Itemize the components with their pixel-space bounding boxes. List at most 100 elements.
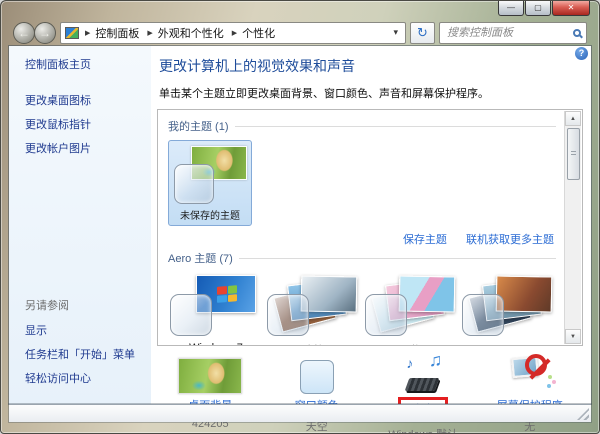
window-color-button[interactable] (264, 352, 371, 394)
maximize-button[interactable]: ▢ (525, 1, 551, 16)
sidebar-item-change-desktop-icons[interactable]: 更改桌面图标 (25, 92, 145, 108)
theme-tile-landscapes[interactable]: 风景 (460, 272, 556, 346)
section-divider (239, 258, 556, 259)
sidebar-item-display[interactable]: 显示 (25, 322, 135, 338)
theme-art (363, 272, 459, 340)
sidebar-item-change-account-picture[interactable]: 更改帐户图片 (25, 140, 145, 156)
scroll-up-button[interactable]: ▲ (565, 111, 581, 126)
sounds-value: Windows 默认 (370, 426, 477, 434)
theme-tile-label: 建筑 (302, 345, 324, 346)
theme-tile-label: 人物 (400, 345, 422, 346)
prohibition-icon (525, 354, 547, 376)
get-more-themes-online-link[interactable]: 联机获取更多主题 (466, 234, 554, 246)
aero-glass-icon (365, 294, 407, 336)
theme-tile-characters[interactable]: 人物 (363, 272, 459, 346)
resize-grip[interactable] (577, 408, 589, 420)
close-icon: ✕ (568, 3, 575, 12)
search-box[interactable] (439, 22, 587, 44)
minimize-icon: — (507, 3, 515, 12)
theme-art (265, 272, 361, 340)
breadcrumb-label: 个性化 (242, 25, 275, 41)
sidebar-item-taskbar-start-menu[interactable]: 任务栏和「开始」菜单 (25, 346, 135, 362)
window-caption-buttons: — ▢ ✕ (497, 1, 590, 16)
theme-tile-windows7[interactable]: Windows 7 (168, 272, 264, 346)
minimize-button[interactable]: — (498, 1, 524, 16)
theme-tile-architecture[interactable]: 建筑 (265, 272, 361, 346)
window-content: 控制面板主页 更改桌面图标 更改鼠标指针 更改帐户图片 另请参阅 显示 任务栏和… (9, 46, 591, 404)
close-button[interactable]: ✕ (552, 1, 590, 16)
screen-saver-blocked-icon (507, 352, 553, 394)
sidebar-item-change-mouse-pointers[interactable]: 更改鼠标指针 (25, 116, 145, 132)
wallpaper-stack-image (398, 276, 455, 313)
sounds-button[interactable]: ♪ ♫ (370, 352, 477, 394)
breadcrumb-item-control-panel[interactable]: ▶ 控制面板 (81, 25, 143, 41)
speaker-device-icon (405, 378, 440, 391)
desktop-background-button[interactable] (157, 352, 264, 394)
address-dropdown-button[interactable]: ▾ (390, 27, 401, 38)
forward-icon: → (39, 26, 51, 40)
chevron-right-icon: ▶ (85, 29, 90, 37)
breadcrumb-item-appearance[interactable]: ▶ 外观和个性化 (143, 25, 227, 41)
my-themes-section-header: 我的主题 (1) (168, 118, 556, 134)
music-note-icon: ♫ (429, 350, 443, 371)
windows-logo-icon (217, 285, 237, 303)
section-divider (235, 126, 557, 127)
bubble-dots-icon (547, 384, 551, 388)
aero-themes-header-label: Aero 主题 (7) (168, 250, 233, 266)
aero-glass-icon (170, 294, 212, 336)
aero-glass-icon (267, 294, 309, 336)
page-subtitle: 单击某个主题立即更改桌面背景、窗口颜色、声音和屏幕保护程序。 (159, 85, 583, 101)
wallpaper-stack-image (496, 276, 553, 313)
refresh-button[interactable]: ↻ (410, 22, 435, 44)
sidebar-see-also-section: 另请参阅 显示 任务栏和「开始」菜单 轻松访问中心 (25, 297, 135, 394)
theme-tile-label: 风景 (497, 345, 519, 346)
see-also-header: 另请参阅 (25, 297, 135, 313)
help-button[interactable]: ? (575, 47, 588, 60)
refresh-icon: ↻ (417, 25, 428, 40)
address-toolbar: ← → ▶ 控制面板 ▶ 外观和个性化 ▶ 个性化 ▾ ↻ (13, 21, 587, 44)
theme-tile-label: Windows 7 (189, 342, 243, 346)
help-icon: ? (579, 48, 585, 58)
personalization-icon (65, 27, 79, 39)
theme-tile-label: 未保存的主题 (169, 207, 251, 222)
address-bar[interactable]: ▶ 控制面板 ▶ 外观和个性化 ▶ 个性化 ▾ (60, 22, 406, 44)
forward-button[interactable]: → (34, 22, 56, 44)
theme-tile-unsaved[interactable]: 未保存的主题 (168, 140, 252, 226)
themes-scrollbar[interactable]: ▲ ▼ (564, 111, 581, 344)
desktop-background-thumbnail-icon (178, 358, 242, 394)
personalization-window: — ▢ ✕ ← → ▶ 控制面板 ▶ 外观和个性化 ▶ 个性化 ▾ ↻ (0, 0, 600, 434)
status-bar (9, 404, 591, 422)
screen-saver-button[interactable] (477, 352, 584, 394)
sound-speaker-icon: ♪ ♫ (400, 352, 446, 394)
maximize-icon: ▢ (534, 3, 542, 12)
chevron-right-icon: ▶ (232, 29, 237, 37)
save-theme-link[interactable]: 保存主题 (403, 234, 447, 246)
aero-glass-icon (462, 294, 504, 336)
aero-glass-icon (174, 164, 214, 204)
scroll-up-icon: ▲ (570, 116, 576, 122)
scroll-down-icon: ▼ (570, 334, 576, 340)
main-pane: ? 更改计算机上的视觉效果和声音 单击某个主题立即更改桌面背景、窗口颜色、声音和… (151, 46, 591, 404)
search-input[interactable] (445, 26, 573, 40)
theme-links-row: 保存主题 联机获取更多主题 (168, 231, 554, 247)
themes-panel: 我的主题 (1) 未保存的主题 保存主题 联机获取更多主题 Aero 主题 (7… (157, 109, 583, 346)
breadcrumb-label: 外观和个性化 (158, 25, 224, 41)
breadcrumb-item-personalization[interactable]: ▶ 个性化 (228, 25, 279, 41)
my-themes-header-label: 我的主题 (1) (168, 118, 229, 134)
back-button[interactable]: ← (13, 22, 35, 44)
wallpaper-stack-image (301, 276, 358, 313)
sidebar-item-ease-of-access[interactable]: 轻松访问中心 (25, 370, 135, 386)
scroll-down-button[interactable]: ▼ (565, 329, 581, 344)
music-note-icon: ♪ (406, 355, 413, 371)
aero-themes-row: Windows 7 建筑 (168, 272, 556, 346)
sidebar-item-control-panel-home[interactable]: 控制面板主页 (25, 56, 145, 72)
breadcrumb-label: 控制面板 (95, 25, 139, 41)
page-title: 更改计算机上的视觉效果和声音 (159, 56, 583, 76)
theme-art (460, 272, 556, 340)
search-icon (573, 29, 581, 37)
aero-themes-section-header: Aero 主题 (7) (168, 250, 556, 266)
chevron-right-icon: ▶ (147, 29, 152, 37)
theme-art (168, 272, 264, 340)
scrollbar-thumb[interactable] (567, 128, 580, 180)
sidebar: 控制面板主页 更改桌面图标 更改鼠标指针 更改帐户图片 另请参阅 显示 任务栏和… (9, 46, 151, 404)
